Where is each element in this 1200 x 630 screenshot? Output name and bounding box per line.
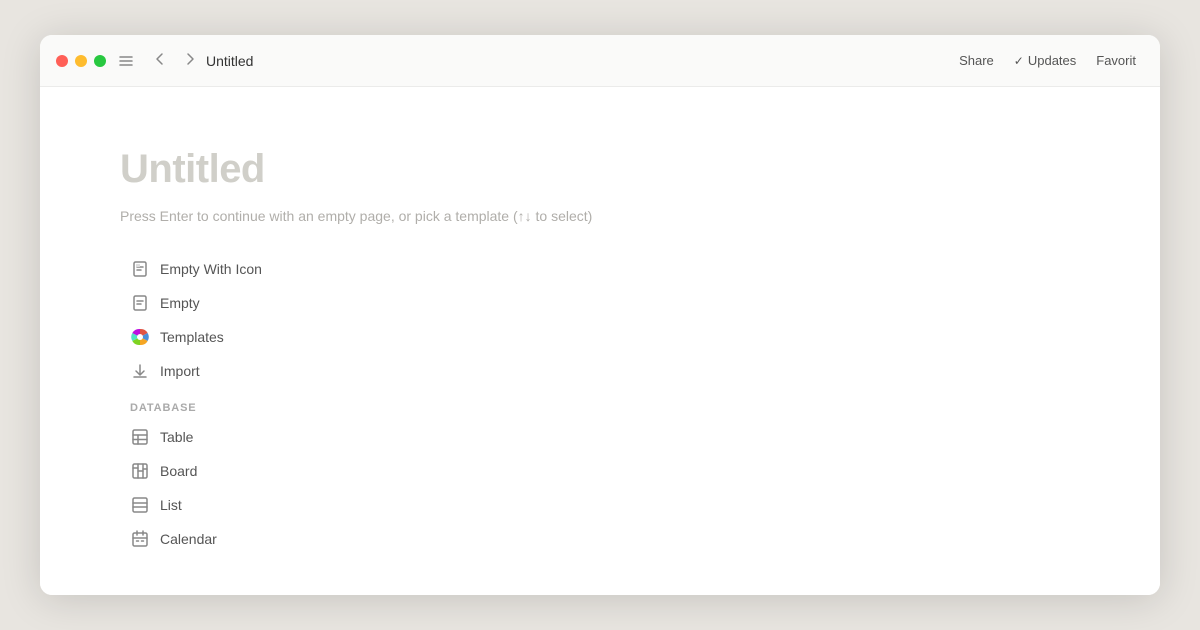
page-heading[interactable]: Untitled xyxy=(120,147,1080,192)
template-item-empty-with-icon[interactable]: Empty With Icon xyxy=(120,252,1080,286)
menu-icon[interactable] xyxy=(118,53,134,69)
template-item-import[interactable]: Import xyxy=(120,354,1080,388)
page-hint: Press Enter to continue with an empty pa… xyxy=(120,208,1080,224)
maximize-button[interactable] xyxy=(94,55,106,67)
template-item-templates[interactable]: Templates xyxy=(120,320,1080,354)
board-icon xyxy=(130,461,150,481)
database-list: Table Board xyxy=(120,420,1080,556)
close-button[interactable] xyxy=(56,55,68,67)
traffic-lights xyxy=(56,55,106,67)
list-icon xyxy=(130,495,150,515)
updates-button[interactable]: ✓ Updates xyxy=(1006,49,1084,72)
template-item-empty[interactable]: Empty xyxy=(120,286,1080,320)
template-item-label: Empty xyxy=(160,295,200,311)
check-icon: ✓ xyxy=(1014,54,1024,68)
database-item-label: Table xyxy=(160,429,193,445)
main-content: Untitled Press Enter to continue with an… xyxy=(40,87,1160,595)
database-item-label: List xyxy=(160,497,182,513)
database-item-table[interactable]: Table xyxy=(120,420,1080,454)
page-empty-icon xyxy=(130,293,150,313)
template-item-label: Empty With Icon xyxy=(160,261,262,277)
template-item-label: Templates xyxy=(160,329,224,345)
app-window: Untitled Share ✓ Updates Favorit Untitle… xyxy=(40,35,1160,595)
template-list: Empty With Icon Empty xyxy=(120,252,1080,388)
favorites-button[interactable]: Favorit xyxy=(1088,49,1144,72)
titlebar-actions: Share ✓ Updates Favorit xyxy=(951,49,1144,72)
download-icon xyxy=(130,361,150,381)
database-item-board[interactable]: Board xyxy=(120,454,1080,488)
template-item-label: Import xyxy=(160,363,200,379)
database-item-calendar[interactable]: Calendar xyxy=(120,522,1080,556)
table-icon xyxy=(130,427,150,447)
database-item-label: Calendar xyxy=(160,531,217,547)
database-item-list[interactable]: List xyxy=(120,488,1080,522)
templates-colorful-icon xyxy=(130,327,150,347)
page-title-bar: Untitled xyxy=(206,53,253,69)
database-section-label: DATABASE xyxy=(120,388,1080,420)
minimize-button[interactable] xyxy=(75,55,87,67)
back-button[interactable] xyxy=(148,47,172,74)
titlebar: Untitled Share ✓ Updates Favorit xyxy=(40,35,1160,87)
forward-button[interactable] xyxy=(178,47,202,74)
page-icon xyxy=(130,259,150,279)
calendar-icon xyxy=(130,529,150,549)
database-item-label: Board xyxy=(160,463,197,479)
share-button[interactable]: Share xyxy=(951,49,1002,72)
nav-controls xyxy=(148,47,202,74)
